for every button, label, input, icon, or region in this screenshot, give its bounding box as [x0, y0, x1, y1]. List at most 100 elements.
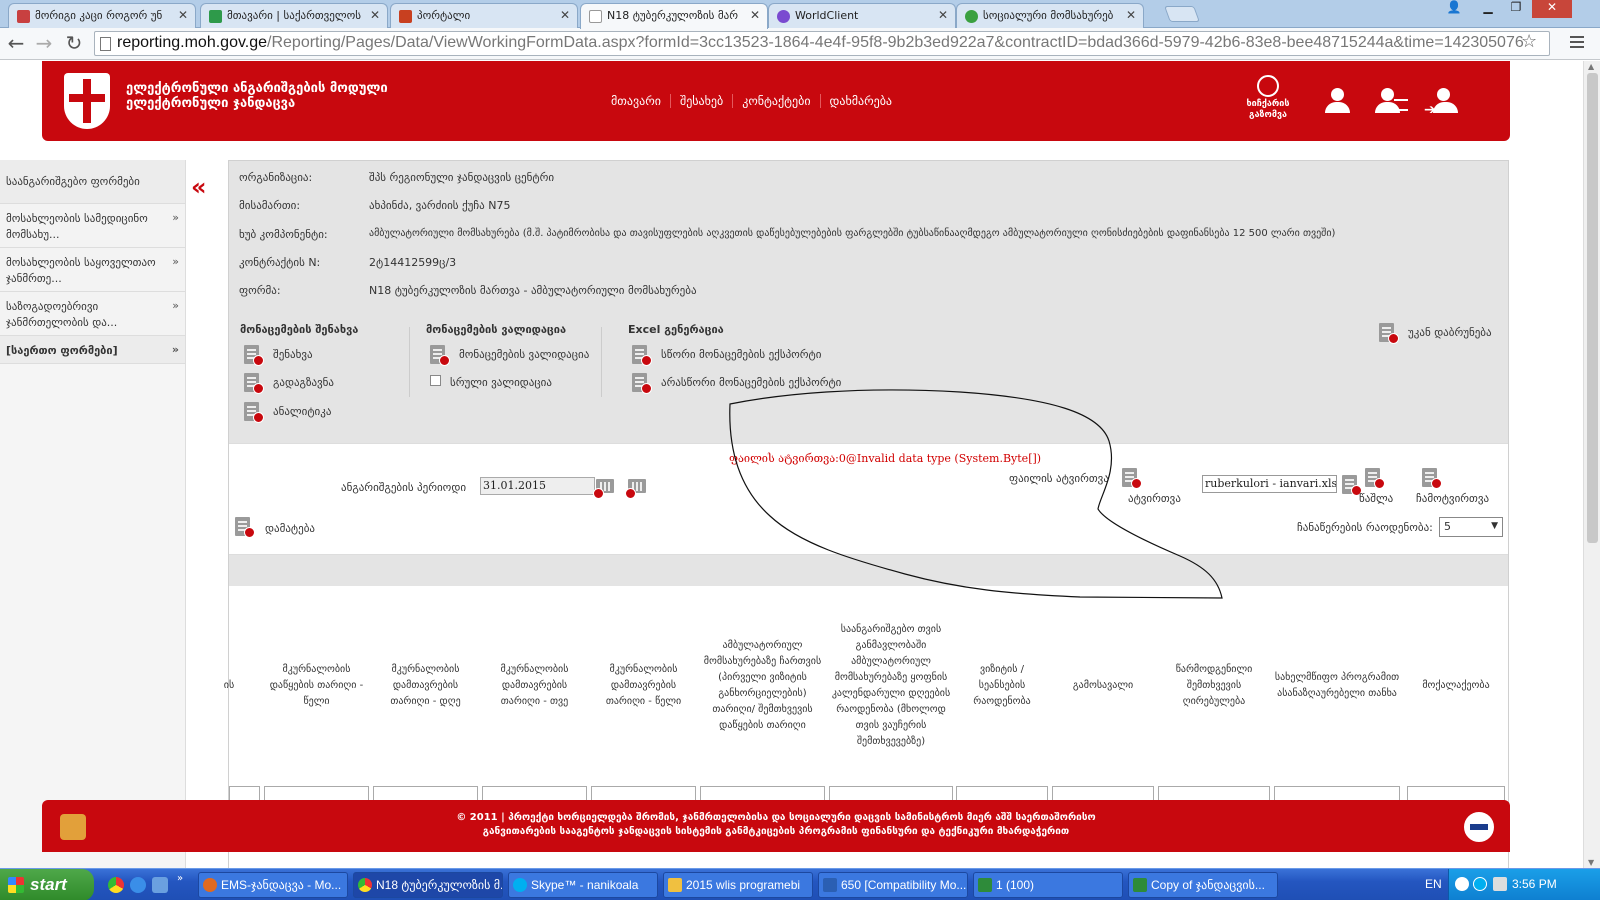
browser-tab-strip: მორიგი კაცი როგორ უნ ✕ მთავარი | საქართვე… [0, 0, 1600, 29]
file-name-input[interactable]: ruberkulori - ianvari.xls [1202, 475, 1337, 493]
action-label: გადაგზავნა [273, 376, 335, 389]
taskbar-button-active[interactable]: N18 ტუბერკულოზის მ... [353, 872, 503, 898]
excel-icon [978, 878, 992, 892]
browser-tab-active[interactable]: N18 ტუბერკულოზის მარ ✕ [580, 3, 768, 29]
logout-icon[interactable]: ➔ [1424, 87, 1458, 118]
tab-close-icon[interactable]: ✕ [750, 8, 760, 22]
system-clock[interactable]: 3:56 PM [1512, 877, 1557, 891]
import-button[interactable]: ჩამოტვირთვა [1416, 468, 1502, 510]
reload-icon[interactable]: ↻ [62, 32, 86, 56]
records-count-select[interactable]: 5 ▼ [1439, 517, 1503, 537]
main-nav: მთავარი შესახებ კონტაქტები დახმარება [602, 94, 901, 108]
collapse-header-icon[interactable]: ︿ ︿ [1523, 105, 1543, 135]
period-input[interactable]: 31.01.2015 [480, 477, 595, 495]
info-label: მისამართი: [239, 199, 301, 212]
tab-close-icon[interactable]: ✕ [370, 8, 380, 22]
info-label: ორგანიზაცია: [239, 171, 313, 184]
browser-tab[interactable]: მორიგი კაცი როგორ უნ ✕ [8, 3, 196, 28]
tab-close-icon[interactable]: ✕ [178, 8, 188, 22]
info-value: 2ტ14412599ც/3 [369, 256, 457, 269]
site-footer: © 2011 | პროექტი ხორციელდება შრომის, ჯან… [42, 800, 1510, 852]
nav-link-help[interactable]: დახმარება [821, 94, 902, 108]
collapse-sidebar-icon[interactable]: « [191, 173, 207, 201]
web-page: ელექტრონული ანგარიშგების მოდული ელექტრონ… [0, 61, 1583, 868]
tray-network-icon[interactable] [1493, 877, 1507, 891]
speed-test-button[interactable]: ხიჩქარის გაზომვა [1241, 75, 1295, 121]
taskbar-button[interactable]: 2015 wlis programebi [663, 872, 813, 898]
new-tab-button[interactable] [1164, 6, 1200, 22]
user-profile-icon[interactable] [1322, 87, 1354, 115]
column-header: ის [223, 680, 235, 691]
tab-close-icon[interactable]: ✕ [938, 8, 948, 22]
chevron-right-icon: » [172, 299, 179, 312]
speedometer-icon [1257, 75, 1279, 97]
action-label: არასწორი მონაცემების ექსპორტი [661, 376, 842, 389]
resend-icon [244, 373, 264, 394]
taskbar-button[interactable]: Skype™ - nanikoala [508, 872, 658, 898]
tab-label: მთავარი | საქართველოს [227, 9, 361, 22]
desktop-quicklaunch-icon[interactable] [152, 877, 168, 893]
sidebar-item-label: საზოგადოებრივი ჯანმრთელობის და... [6, 300, 118, 329]
info-value: ამბულატორიული მომსახურება (მ.შ. პატიმრობ… [369, 228, 1336, 239]
scrollbar-thumb[interactable] [1587, 73, 1598, 543]
restore-icon[interactable]: ❐ [1502, 0, 1530, 18]
firefox-icon [203, 878, 217, 892]
tab-favicon-icon [777, 10, 790, 23]
bookmark-star-icon[interactable]: ☆ [1521, 31, 1537, 52]
taskbar-button[interactable]: EMS-ჯანდაცვა - Mo... [198, 872, 348, 898]
scroll-down-icon[interactable]: ▼ [1588, 858, 1594, 867]
upload-icon [1122, 468, 1142, 489]
forward-icon[interactable]: → [32, 32, 56, 56]
browser-tab[interactable]: სოციალური მომსახურებ ✕ [956, 3, 1144, 28]
nav-link-home[interactable]: მთავარი [602, 94, 671, 108]
browser-tab[interactable]: WorldClient ✕ [768, 3, 956, 28]
calendar-clear-icon [625, 479, 646, 499]
sidebar-item[interactable]: მოსახლეობის სამედიცინო მომსახუ... » [0, 204, 185, 248]
start-button[interactable]: start [0, 869, 94, 900]
word-icon [823, 878, 837, 892]
tray-skype-icon[interactable] [1473, 877, 1487, 891]
nav-link-about[interactable]: შესახებ [671, 94, 734, 108]
chrome-quicklaunch-icon[interactable] [108, 877, 124, 893]
browser-menu-icon[interactable] [1570, 36, 1584, 51]
ie-quicklaunch-icon[interactable] [130, 877, 146, 893]
period-clear-button[interactable] [625, 477, 652, 499]
back-icon[interactable]: ← [4, 32, 28, 56]
upload-button[interactable]: ატვირთვა [1122, 468, 1182, 510]
tab-close-icon[interactable]: ✕ [1126, 8, 1136, 22]
browser-tab[interactable]: პორტალი ✕ [390, 3, 578, 28]
browser-tab[interactable]: მთავარი | საქართველოს ✕ [200, 3, 388, 28]
import-icon [1422, 468, 1442, 489]
sidebar-item[interactable]: საზოგადოებრივი ჯანმრთელობის და... » [0, 292, 185, 336]
taskbar-button[interactable]: 650 [Compatibility Mo... [818, 872, 968, 898]
nav-link-contacts[interactable]: კონტაქტები [733, 94, 821, 108]
sidebar-item-active[interactable]: [საერთო ფორმები] » [0, 336, 185, 364]
sidebar-item[interactable]: მოსახლეობის საყოველთაო ჯანმრთე... » [0, 248, 185, 292]
minimize-icon[interactable]: ▁ [1474, 0, 1502, 18]
info-label: კონტრაქტის N: [239, 256, 321, 269]
site-brand[interactable]: ელექტრონული ანგარიშგების მოდული ელექტრონ… [126, 81, 388, 111]
globe-icon[interactable] [1522, 71, 1540, 89]
ministry-logo-icon[interactable] [64, 73, 110, 129]
user-list-icon[interactable] [1372, 87, 1408, 115]
checkbox-icon[interactable] [430, 375, 441, 386]
language-indicator[interactable]: EN [1425, 877, 1442, 891]
user-icon[interactable]: 👤 [1440, 0, 1468, 18]
tab-favicon-icon [399, 10, 412, 23]
tray-help-icon[interactable] [1455, 877, 1469, 891]
quicklaunch-expand-icon[interactable]: » [177, 873, 183, 884]
tab-close-icon[interactable]: ✕ [560, 8, 570, 22]
scroll-up-icon[interactable]: ▲ [1588, 62, 1594, 71]
taskbar-button[interactable]: 1 (100) [973, 872, 1123, 898]
delete-button[interactable]: წაშლა [1359, 468, 1405, 510]
action-label: ანალიტიკა [273, 405, 332, 418]
column-header: სახელმწიფო პროგრამით ასანაზღაურებელი თან… [1274, 672, 1400, 699]
address-bar[interactable]: reporting.moh.gov.ge/Reporting/Pages/Dat… [94, 31, 1550, 56]
tab-label: სოციალური მომსახურებ [983, 9, 1114, 22]
footer-text: © 2011 | პროექტი ხორციელდება შრომის, ჯან… [42, 811, 1510, 839]
taskbar-button[interactable]: Copy of ჯანდაცვის... [1128, 872, 1278, 898]
page-scrollbar[interactable]: ▲ ▼ [1583, 61, 1600, 868]
column-header: მკურნალობის დამთავრების თარიღი - თვე [500, 664, 569, 707]
period-search-button[interactable] [593, 477, 620, 499]
close-window-icon[interactable]: ✕ [1532, 0, 1572, 18]
